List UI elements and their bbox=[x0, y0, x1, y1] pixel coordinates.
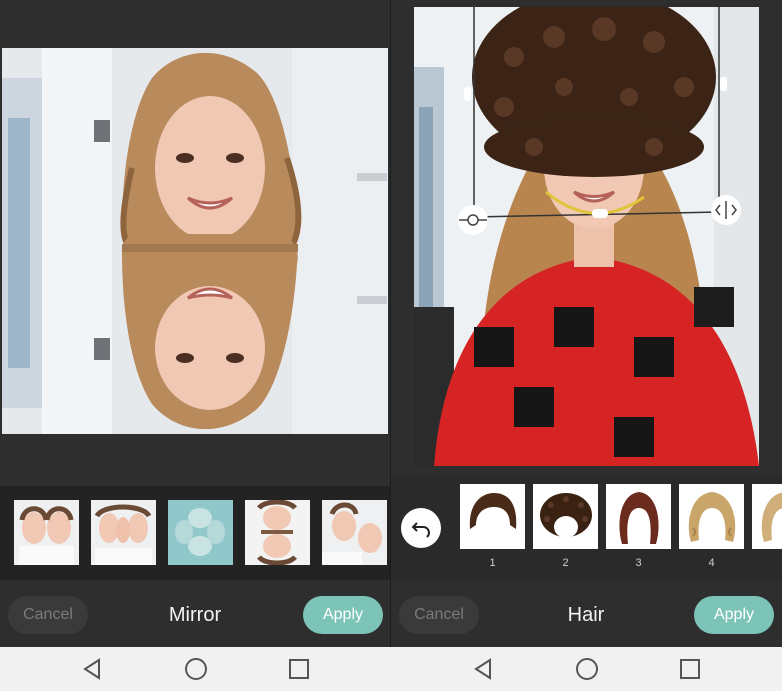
page-title: Hair bbox=[567, 604, 605, 626]
hair-photo-canvas[interactable] bbox=[414, 7, 759, 466]
hair-style-number: 4 bbox=[708, 557, 715, 569]
hair-style-number: 1 bbox=[489, 557, 496, 569]
hair-style-item[interactable]: 2 bbox=[533, 484, 598, 569]
recents-square-icon bbox=[680, 659, 700, 679]
mirror-thumbnail[interactable] bbox=[245, 500, 310, 565]
back-triangle-icon bbox=[474, 658, 491, 680]
mirror-thumbnail[interactable] bbox=[322, 500, 387, 565]
hair-style-icon bbox=[761, 492, 782, 542]
blonde-wavy-hair-icon bbox=[688, 491, 735, 542]
home-button[interactable] bbox=[184, 657, 208, 681]
cancel-button[interactable]: Cancel bbox=[8, 596, 88, 634]
mirror-thumbnail[interactable] bbox=[14, 500, 79, 565]
undo-button[interactable] bbox=[401, 508, 441, 548]
short-dark-hair-icon bbox=[469, 492, 516, 529]
cancel-button[interactable]: Cancel bbox=[399, 596, 479, 634]
hair-style-strip: 1 2 3 4 bbox=[391, 476, 782, 580]
back-button[interactable] bbox=[471, 657, 495, 681]
mirror-action-bar: Cancel Mirror Apply bbox=[0, 580, 391, 647]
navigation-bar bbox=[0, 647, 782, 691]
apply-button[interactable]: Apply bbox=[303, 596, 383, 634]
long-auburn-hair-icon bbox=[618, 491, 659, 544]
mirror-thumbnail[interactable] bbox=[168, 500, 233, 565]
undo-icon bbox=[411, 522, 431, 538]
home-circle-icon bbox=[576, 658, 598, 680]
hair-style-item[interactable]: 4 bbox=[679, 484, 744, 569]
page-title: Mirror bbox=[168, 604, 222, 626]
hair-style-item[interactable] bbox=[752, 484, 782, 549]
mirror-photo-canvas[interactable] bbox=[2, 48, 388, 434]
recents-button[interactable] bbox=[678, 657, 702, 681]
hair-style-item[interactable]: 3 bbox=[606, 484, 671, 569]
hair-style-number: 2 bbox=[562, 557, 569, 569]
mirror-screen: Cancel Mirror Apply bbox=[0, 0, 391, 647]
recents-button[interactable] bbox=[287, 657, 311, 681]
hair-style-number: 3 bbox=[635, 557, 642, 569]
home-button[interactable] bbox=[575, 657, 599, 681]
back-button[interactable] bbox=[80, 657, 104, 681]
apply-button[interactable]: Apply bbox=[694, 596, 774, 634]
hair-action-bar: Cancel Hair Apply bbox=[391, 580, 782, 647]
afro-hair-icon bbox=[539, 492, 592, 538]
mirror-thumbnail[interactable] bbox=[91, 500, 156, 565]
recents-square-icon bbox=[289, 659, 309, 679]
back-triangle-icon bbox=[83, 658, 100, 680]
home-circle-icon bbox=[185, 658, 207, 680]
hair-style-item[interactable]: 1 bbox=[460, 484, 525, 569]
mirror-thumbnail-strip bbox=[0, 486, 391, 580]
hair-screen: 1 2 3 4 Cancel Hair Apply bbox=[391, 0, 782, 647]
